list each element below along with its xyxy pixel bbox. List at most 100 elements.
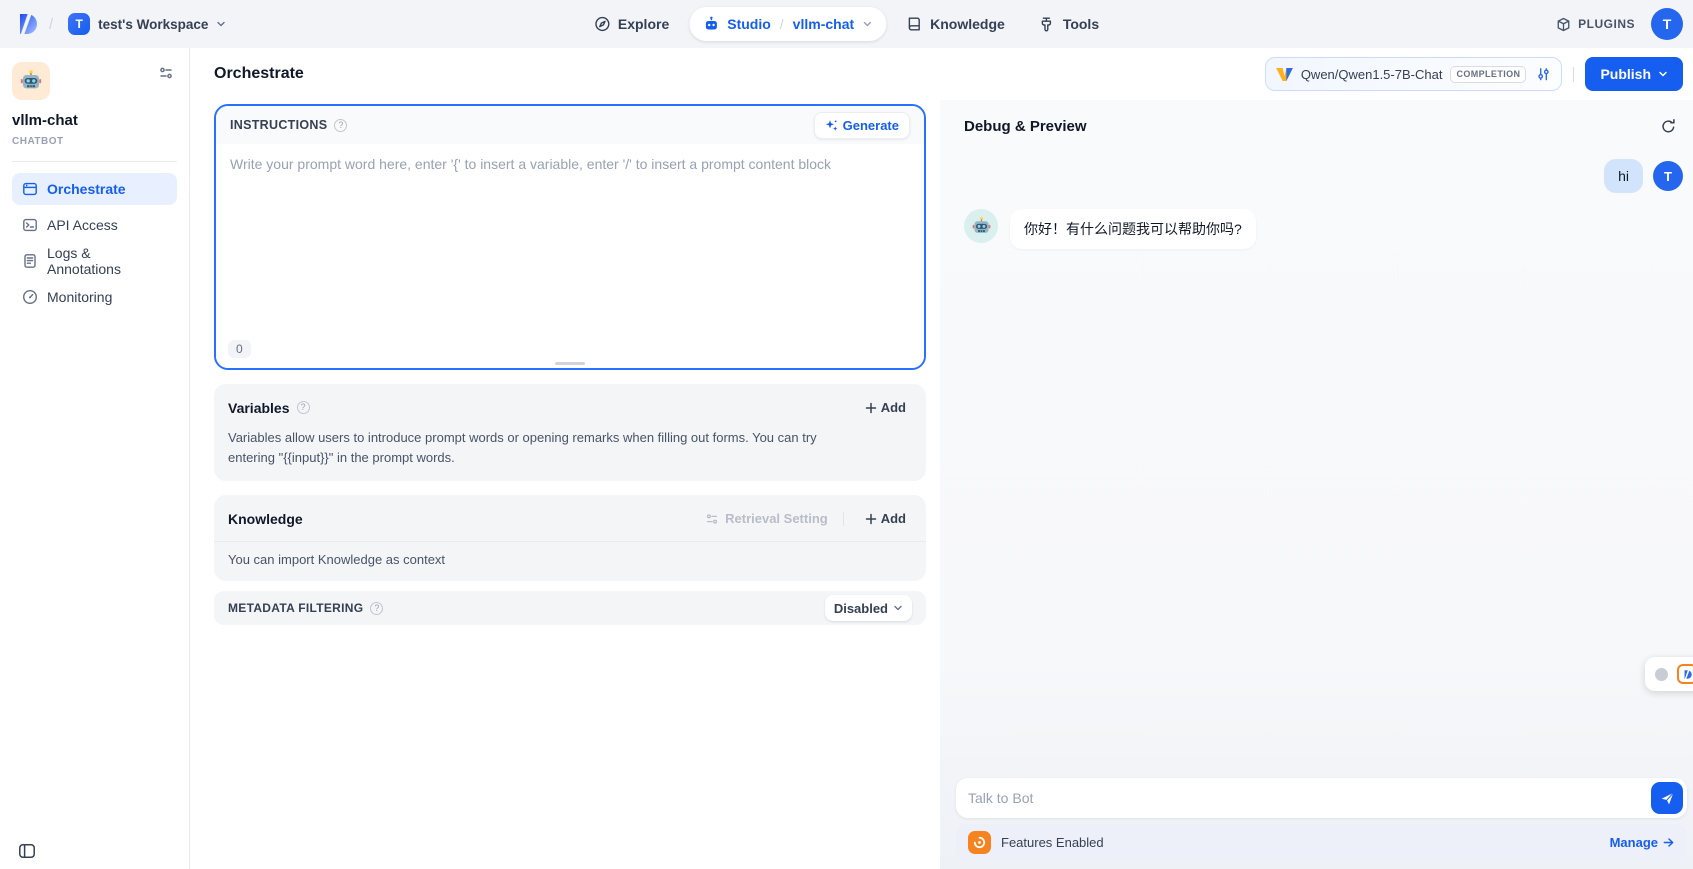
help-icon [334,119,347,132]
retrieval-setting-label: Retrieval Setting [725,511,828,526]
collapse-sidebar-icon[interactable] [18,842,36,860]
bot-message-bubble: 你好！有什么问题我可以帮助你吗? [1010,209,1256,249]
app-operations-icon[interactable] [155,62,177,89]
chevron-down-icon [893,603,903,613]
app-type-badge: CHATBOT [12,136,177,147]
plus-icon [865,402,877,414]
plugins-icon [1556,17,1571,32]
app-name: vllm-chat [12,112,177,129]
restart-conversation-icon[interactable] [1660,118,1677,135]
top-nav-center: Explore Studio / vllm-chat Knowledge [580,7,1113,41]
content-header: Orchestrate Qwen/Qwen1.5-7B-Chat COMPLET… [190,48,1693,100]
model-selector[interactable]: Qwen/Qwen1.5-7B-Chat COMPLETION [1265,57,1563,91]
debug-header: Debug & Preview [964,118,1679,135]
sidebar-item-label: Monitoring [47,289,112,305]
variables-title: Variables [228,400,290,416]
model-settings-icon[interactable] [1536,67,1551,82]
chat-input[interactable] [968,790,1651,806]
explore-icon [594,16,610,32]
dify-logo [14,11,40,37]
user-message-row: hi T [964,159,1683,193]
top-nav-left: / T test's Workspace [14,9,232,39]
nav-studio[interactable]: Studio / vllm-chat [689,7,886,41]
content-area: Orchestrate Qwen/Qwen1.5-7B-Chat COMPLET… [190,48,1693,869]
robot-emoji-icon [19,69,43,93]
metadata-filtering-title: METADATA FILTERING [228,601,363,615]
model-mode-badge: COMPLETION [1450,66,1526,83]
sidebar-item-label: API Access [47,217,118,233]
terminal-icon [22,217,38,233]
retrieval-setting-icon [705,512,719,526]
floating-widget[interactable] [1645,657,1693,691]
variables-description: Variables allow users to introduce promp… [214,419,874,481]
plugins-button[interactable]: PLUGINS [1556,17,1635,32]
chat-area: hi T [964,159,1679,249]
nav-studio-label: Studio [727,16,771,32]
chat-input-box [956,778,1687,818]
add-variable-label: Add [881,400,906,415]
knowledge-title: Knowledge [228,511,303,527]
knowledge-icon [906,16,922,32]
orchestrate-icon [22,181,38,197]
variables-header: Variables Add [214,384,926,419]
instructions-card: INSTRUCTIONS Generate 0 [214,104,926,370]
retrieval-setting-button[interactable]: Retrieval Setting [705,511,828,526]
sidebar-item-label: Orchestrate [47,181,126,197]
sidebar-divider [12,161,177,162]
nav-tools[interactable]: Tools [1025,7,1113,41]
manage-label: Manage [1610,835,1658,850]
robot-emoji-icon [971,216,992,237]
dify-mini-icon [1677,664,1693,684]
model-name: Qwen/Qwen1.5-7B-Chat [1301,67,1443,82]
breadcrumb-slash: / [49,16,53,33]
nav-studio-app-label: vllm-chat [793,16,854,32]
publish-button[interactable]: Publish [1585,57,1683,91]
nav-explore-label: Explore [618,16,669,32]
resize-handle[interactable] [555,362,585,365]
sidebar-item-api-access[interactable]: API Access [12,209,177,241]
workspace-avatar: T [68,13,90,35]
user-chat-avatar: T [1653,161,1683,191]
logs-icon [22,253,38,269]
manage-features-link[interactable]: Manage [1610,835,1675,850]
generate-button[interactable]: Generate [814,112,910,139]
sidebar-item-monitoring[interactable]: Monitoring [12,281,177,313]
workspace-switcher[interactable]: T test's Workspace [62,9,232,39]
config-panel: INSTRUCTIONS Generate 0 [190,100,940,869]
nav-knowledge-label: Knowledge [930,16,1005,32]
header-divider [1573,67,1574,82]
add-knowledge-label: Add [881,511,906,526]
drag-dot-icon [1655,668,1668,681]
generate-label: Generate [843,118,899,133]
help-icon [297,401,310,414]
app-header [12,62,177,100]
studio-slash: / [780,16,784,32]
sparkles-icon [825,119,838,132]
help-icon [370,602,383,615]
user-avatar[interactable]: T [1651,8,1683,40]
chevron-down-icon [216,19,226,29]
app-sidebar: vllm-chat CHATBOT Orchestrate API Access [0,48,190,869]
chevron-down-icon[interactable] [862,19,872,29]
send-button[interactable] [1651,782,1683,814]
top-nav: / T test's Workspace Explore Studio [0,0,1693,48]
nav-knowledge[interactable]: Knowledge [892,7,1019,41]
app-icon[interactable] [12,62,50,100]
features-icon [968,831,991,854]
sidebar-item-label: Logs & Annotations [47,245,167,277]
instructions-title: INSTRUCTIONS [230,118,327,132]
sidebar-item-orchestrate[interactable]: Orchestrate [12,173,177,205]
add-knowledge-button[interactable]: Add [859,507,912,530]
sidebar-item-logs-annotations[interactable]: Logs & Annotations [12,245,177,277]
workspace-name: test's Workspace [98,17,208,32]
add-variable-button[interactable]: Add [859,396,912,419]
prompt-editor[interactable] [216,144,924,368]
nav-explore[interactable]: Explore [580,7,683,41]
plus-icon [865,513,877,525]
top-nav-right: PLUGINS T [1556,8,1683,40]
metadata-state-label: Disabled [834,601,888,616]
instructions-body: 0 [216,144,924,368]
publish-label: Publish [1600,66,1651,82]
char-count-badge: 0 [228,340,251,358]
metadata-filtering-toggle[interactable]: Disabled [825,595,912,621]
